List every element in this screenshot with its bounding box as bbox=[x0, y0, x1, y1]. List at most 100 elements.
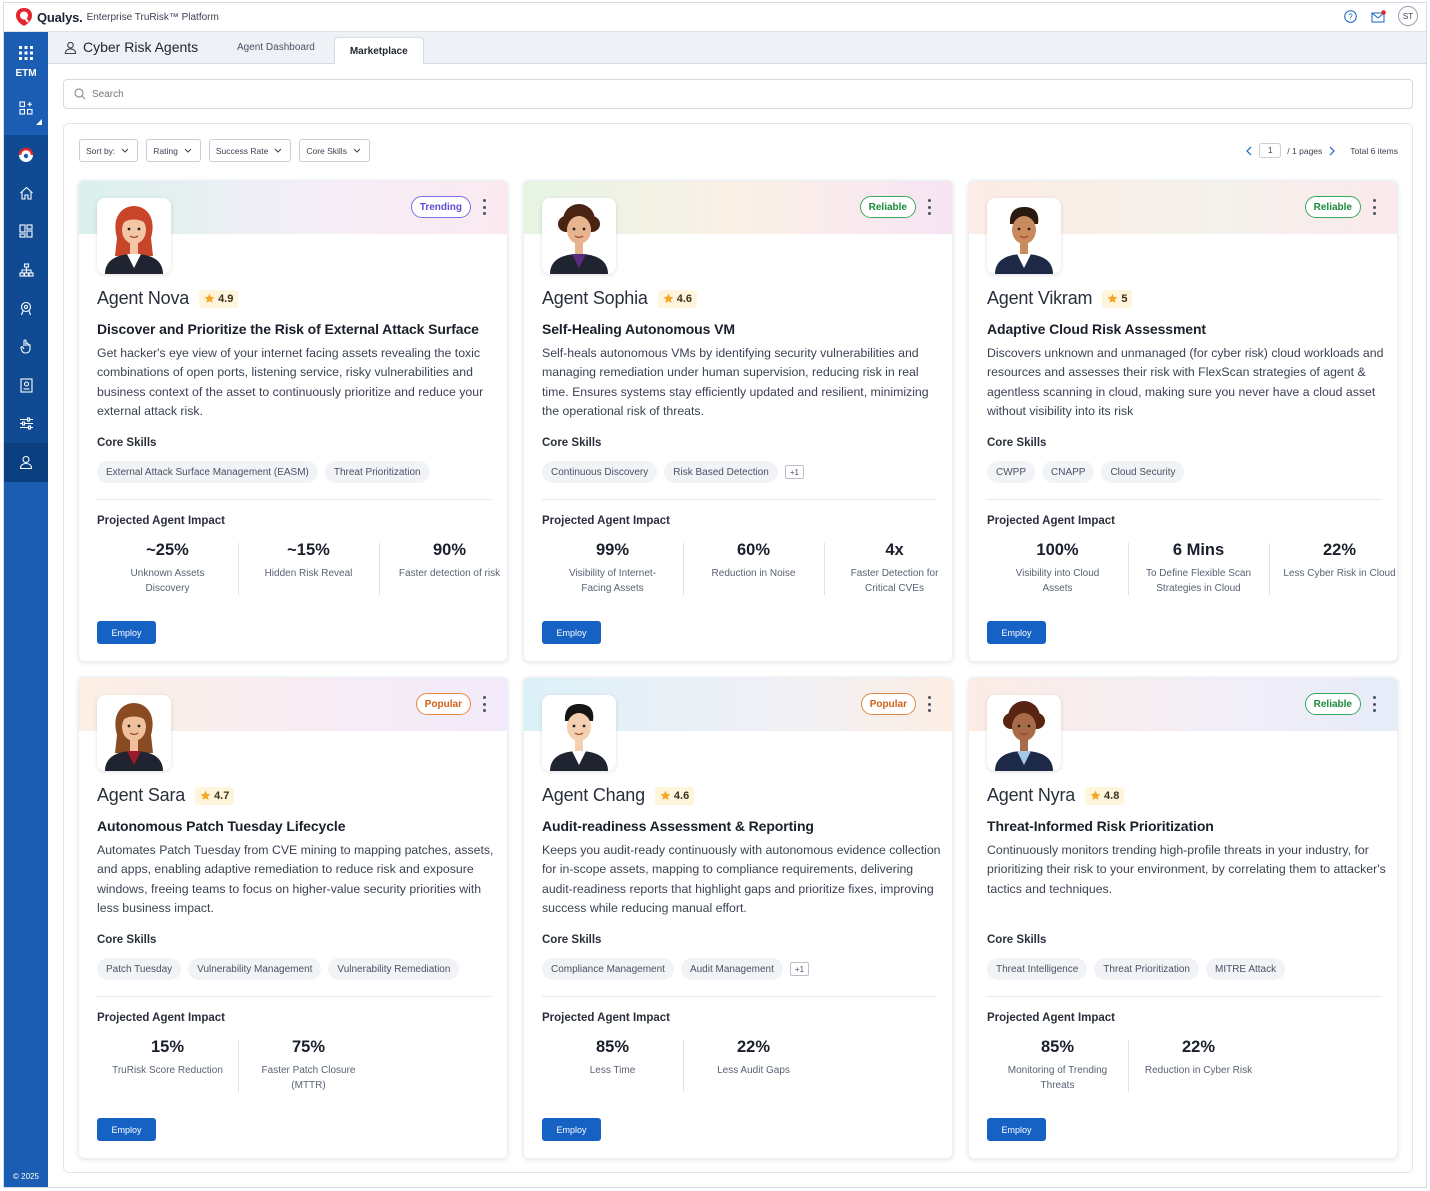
impact-metrics: 85% Less Time 22% Less Audit Gaps bbox=[542, 1038, 824, 1092]
impact-value: 99% bbox=[595, 541, 630, 559]
impact-description: Less Cyber Risk in Cloud bbox=[1283, 568, 1396, 579]
skill-tag[interactable]: Continuous Discovery bbox=[542, 461, 658, 483]
divider bbox=[542, 996, 936, 997]
impact-metrics: ~25% Unknown Assets Discovery ~15% Hidde… bbox=[97, 541, 507, 596]
rating-badge: 4.6 bbox=[654, 786, 695, 805]
agent-title: Audit-readiness Assessment & Reporting bbox=[542, 818, 814, 834]
impact-value: 22% bbox=[736, 1038, 771, 1056]
sidebar-item-reports[interactable] bbox=[4, 366, 48, 405]
impact-label: Projected Agent Impact bbox=[542, 1012, 671, 1024]
more-options-icon[interactable] bbox=[926, 199, 932, 215]
more-skills-badge[interactable]: +1 bbox=[784, 465, 804, 479]
user-avatar[interactable]: ST bbox=[1398, 6, 1418, 26]
divider bbox=[987, 499, 1381, 500]
skill-tag[interactable]: External Attack Surface Management (EASM… bbox=[97, 461, 318, 483]
impact-description: Visibility into Cloud Assets bbox=[1015, 568, 1100, 594]
tab-marketplace[interactable]: Marketplace bbox=[333, 37, 424, 64]
sidebar-item-actions[interactable] bbox=[4, 327, 48, 366]
sidebar-item-dashboard[interactable] bbox=[4, 212, 48, 251]
divider bbox=[97, 499, 491, 500]
report-icon bbox=[19, 378, 33, 393]
core-skills-dropdown[interactable]: Core Skills bbox=[299, 139, 370, 162]
skill-tag[interactable]: Patch Tuesday bbox=[97, 958, 182, 980]
agent-card: Trending Agent Nova 4.9 Discover and Pri… bbox=[78, 180, 508, 662]
chevron-down-icon bbox=[353, 148, 361, 153]
skill-tag[interactable]: Compliance Management bbox=[542, 958, 674, 980]
skill-tag[interactable]: Audit Management bbox=[680, 958, 783, 980]
search-input[interactable] bbox=[92, 88, 692, 100]
impact-metrics: 85% Monitoring of Trending Threats 22% R… bbox=[987, 1038, 1269, 1093]
skill-tag[interactable]: Threat Prioritization bbox=[1094, 958, 1199, 980]
chevron-right-icon[interactable] bbox=[1328, 146, 1336, 156]
agent-user-icon bbox=[64, 41, 77, 54]
agent-title: Adaptive Cloud Risk Assessment bbox=[987, 321, 1206, 337]
employ-button[interactable]: Employ bbox=[97, 1118, 156, 1141]
sidebar-item-threats[interactable] bbox=[4, 289, 48, 328]
skill-tag[interactable]: Risk Based Detection bbox=[664, 461, 778, 483]
employ-button[interactable]: Employ bbox=[542, 1118, 601, 1141]
app-launcher[interactable]: ETM bbox=[4, 32, 48, 87]
impact-value: 60% bbox=[736, 541, 771, 559]
more-options-icon[interactable] bbox=[1371, 199, 1377, 215]
employ-button[interactable]: Employ bbox=[542, 621, 601, 644]
impact-description: TruRisk Score Reduction bbox=[112, 1065, 223, 1076]
impact-description: Reduction in Noise bbox=[711, 568, 796, 579]
filter-label: Success Rate bbox=[215, 145, 269, 156]
chevron-down-icon bbox=[184, 148, 192, 153]
more-skills-badge[interactable]: +1 bbox=[789, 962, 810, 976]
skill-tag[interactable]: CNAPP bbox=[1042, 461, 1095, 483]
agent-avatar bbox=[97, 198, 171, 274]
sidebar-item-trurisk[interactable] bbox=[4, 135, 48, 174]
grid-icon[interactable] bbox=[19, 46, 33, 60]
impact-value: 4x bbox=[885, 541, 904, 559]
core-skills-label: Core Skills bbox=[987, 934, 1047, 946]
gauge-icon bbox=[18, 148, 34, 163]
skills-list: External Attack Surface Management (EASM… bbox=[97, 461, 430, 483]
more-options-icon[interactable] bbox=[926, 696, 932, 712]
qualys-logo-icon[interactable] bbox=[16, 8, 32, 26]
sidebar-item-agents[interactable] bbox=[4, 443, 48, 482]
skill-tag[interactable]: CWPP bbox=[987, 461, 1035, 483]
etm-label: ETM bbox=[15, 68, 37, 79]
skill-tag[interactable]: Cloud Security bbox=[1101, 461, 1185, 483]
tab-agent-dashboard[interactable]: Agent Dashboard bbox=[222, 34, 330, 60]
more-options-icon[interactable] bbox=[1371, 696, 1377, 712]
marketplace-panel: Sort by: Rating Success Rate Core Skills… bbox=[63, 123, 1413, 1173]
page-title: Cyber Risk Agents bbox=[83, 39, 199, 55]
employ-button[interactable]: Employ bbox=[987, 1118, 1046, 1141]
agent-description: Automates Patch Tuesday from CVE mining … bbox=[97, 843, 494, 915]
rating-dropdown[interactable]: Rating bbox=[146, 139, 201, 162]
impact-description: Visibility of Internet-Facing Assets bbox=[568, 568, 657, 594]
sidebar-item-home[interactable] bbox=[4, 173, 48, 212]
page-number-input[interactable]: 1 bbox=[1259, 143, 1282, 158]
sidebar-item-assets[interactable] bbox=[4, 250, 48, 289]
rating-badge: 4.8 bbox=[1085, 786, 1125, 805]
impact-metric: 15% TruRisk Score Reduction bbox=[97, 1038, 238, 1093]
success-rate-dropdown[interactable]: Success Rate bbox=[208, 139, 292, 162]
impact-description: Unknown Assets Discovery bbox=[130, 568, 205, 594]
impact-description: Less Audit Gaps bbox=[717, 1065, 790, 1076]
agent-avatar bbox=[987, 695, 1061, 771]
more-options-icon[interactable] bbox=[481, 696, 487, 712]
employ-button[interactable]: Employ bbox=[987, 621, 1046, 644]
chevron-left-icon[interactable] bbox=[1245, 146, 1253, 156]
sidebar-item-modules[interactable] bbox=[4, 87, 48, 129]
impact-metric: 22% Less Audit Gaps bbox=[683, 1038, 824, 1092]
skill-tag[interactable]: Threat Intelligence bbox=[987, 958, 1088, 980]
employ-button[interactable]: Employ bbox=[97, 621, 156, 644]
more-options-icon[interactable] bbox=[481, 199, 487, 215]
mail-icon[interactable] bbox=[1370, 8, 1386, 24]
agent-card: Popular Agent Sara 4.7 Autonomous Patch … bbox=[78, 677, 508, 1159]
search-bar[interactable] bbox=[63, 79, 1413, 109]
agent-avatar bbox=[542, 198, 616, 274]
impact-metric: ~25% Unknown Assets Discovery bbox=[97, 541, 238, 596]
impact-description: Faster Patch Closure (MTTR) bbox=[261, 1065, 356, 1091]
help-icon[interactable]: ? bbox=[1342, 8, 1358, 24]
sidebar-item-settings[interactable] bbox=[4, 404, 48, 443]
skill-tag[interactable]: Vulnerability Remediation bbox=[328, 958, 460, 980]
skill-tag[interactable]: Vulnerability Management bbox=[188, 958, 322, 980]
skill-tag[interactable]: MITRE Attack bbox=[1205, 958, 1286, 980]
sort-by-dropdown[interactable]: Sort by: bbox=[79, 139, 139, 162]
impact-metrics: 15% TruRisk Score Reduction 75% Faster P… bbox=[97, 1038, 379, 1093]
skill-tag[interactable]: Threat Prioritization bbox=[324, 461, 430, 483]
